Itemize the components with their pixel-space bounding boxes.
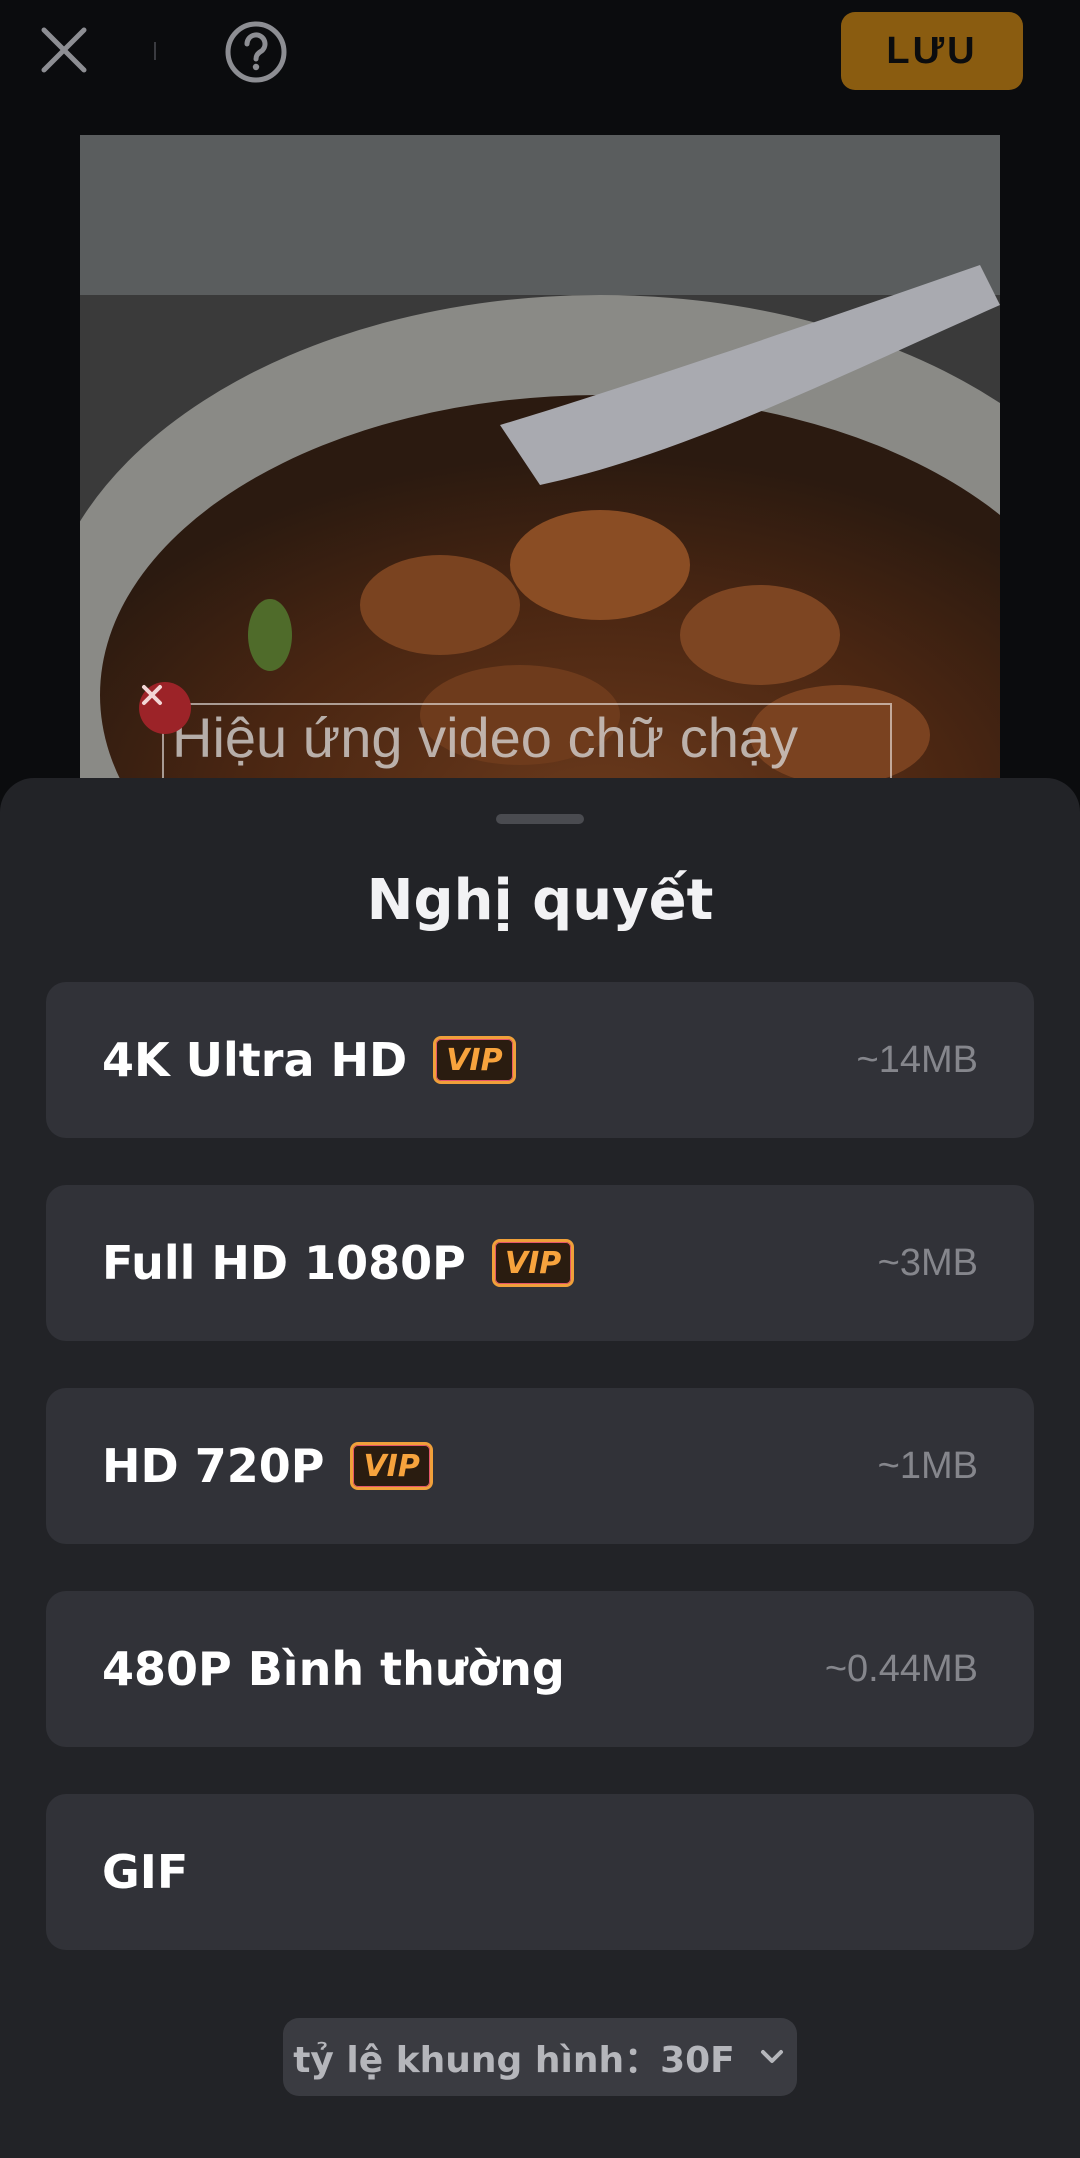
- sheet-title: Nghị quyết: [366, 868, 714, 933]
- option-size: ~1MB: [877, 1444, 978, 1487]
- chevron-down-icon: [760, 2050, 783, 2063]
- option-size: ~0.44MB: [824, 1647, 978, 1690]
- sheet-handle[interactable]: [496, 814, 584, 824]
- option-label-text: GIF: [102, 1845, 189, 1899]
- delete-caption-button[interactable]: [139, 682, 191, 734]
- option-size: ~14MB: [856, 1038, 978, 1081]
- option-4k[interactable]: 4K Ultra HD VIP ~14MB: [46, 982, 1034, 1138]
- close-button[interactable]: [36, 22, 92, 78]
- option-label: HD 720P VIP: [102, 1388, 433, 1544]
- video-preview[interactable]: Hiệu ứng video chữ chạy: [80, 135, 1000, 795]
- resolution-sheet: Nghị quyết 4K Ultra HD VIP ~14MB Full HD…: [0, 778, 1080, 2158]
- option-size: ~3MB: [877, 1241, 978, 1284]
- caption-text[interactable]: Hiệu ứng video chữ chạy: [172, 705, 798, 770]
- vip-badge: VIP: [491, 1239, 575, 1287]
- toolbar-divider: [154, 42, 156, 60]
- option-480p[interactable]: 480P Bình thường ~0.44MB: [46, 1591, 1034, 1747]
- option-label-text: 4K Ultra HD: [102, 1033, 408, 1087]
- top-bar: LƯU: [0, 0, 1080, 110]
- option-label: Full HD 1080P VIP: [102, 1185, 575, 1341]
- food-photo: [80, 135, 1000, 795]
- option-720p[interactable]: HD 720P VIP ~1MB: [46, 1388, 1034, 1544]
- option-label-text: HD 720P: [102, 1439, 325, 1493]
- option-1080p[interactable]: Full HD 1080P VIP ~3MB: [46, 1185, 1034, 1341]
- framerate-label: tỷ lệ khung hình：30F: [293, 2040, 735, 2081]
- help-button[interactable]: [224, 20, 288, 84]
- close-icon: [41, 27, 87, 73]
- vip-badge: VIP: [433, 1036, 516, 1084]
- vip-badge: VIP: [350, 1442, 433, 1490]
- option-label: 4K Ultra HD VIP: [102, 982, 516, 1138]
- option-label-text: Full HD 1080P: [102, 1236, 466, 1290]
- help-icon: [225, 21, 287, 83]
- option-label-text: 480P Bình thường: [102, 1642, 565, 1696]
- option-label: GIF: [102, 1794, 188, 1950]
- delete-caption-icon: [142, 685, 162, 705]
- option-label: 480P Bình thường: [102, 1591, 565, 1747]
- framerate-selector[interactable]: tỷ lệ khung hình：30F: [283, 2018, 797, 2096]
- save-button[interactable]: LƯU: [841, 12, 1023, 90]
- option-gif[interactable]: GIF: [46, 1794, 1034, 1950]
